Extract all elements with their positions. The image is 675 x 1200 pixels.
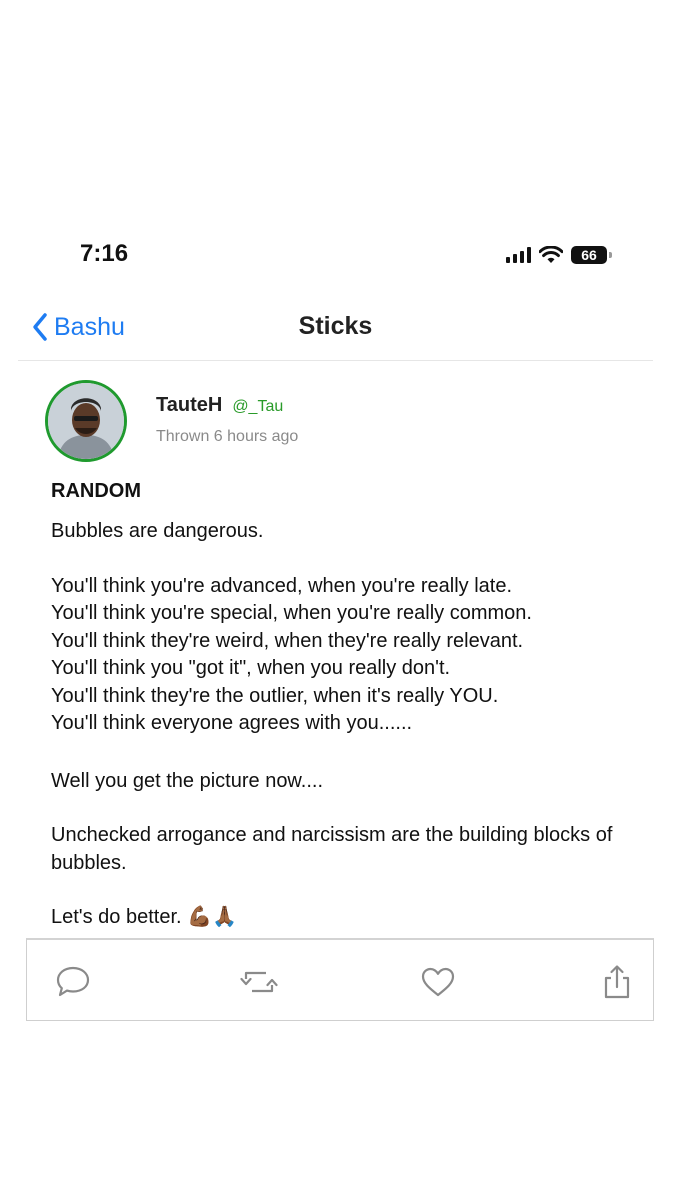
- share-icon: [604, 965, 630, 999]
- repost-icon: [240, 971, 278, 993]
- nav-bar: Bashu Sticks: [18, 304, 653, 361]
- comment-icon: [56, 966, 90, 997]
- post-list: You'll think you're advanced, when you'r…: [51, 573, 641, 738]
- share-button[interactable]: [597, 962, 637, 1002]
- author[interactable]: TauteH @_Tau: [156, 394, 283, 417]
- post-line: You'll think you're special, when you're…: [51, 602, 532, 624]
- post-line: You'll think they're weird, when they're…: [51, 629, 524, 652]
- cellular-signal-icon: [506, 247, 531, 263]
- post-line: You'll think you're advanced, when you'r…: [51, 574, 512, 597]
- post-line: Bubbles are dangerous.: [51, 520, 264, 542]
- repost-button[interactable]: [239, 962, 279, 1002]
- avatar[interactable]: [45, 380, 127, 462]
- post-line: You'll think everyone agrees with you...…: [51, 712, 413, 734]
- comment-button[interactable]: [53, 962, 93, 1002]
- status-time: 7:16: [80, 240, 129, 267]
- post-line: Unchecked arrogance and narcissism are t…: [51, 824, 613, 874]
- post-line: You'll think you "got it", when you real…: [51, 657, 451, 679]
- post-line: Well you get the picture now....: [51, 769, 324, 792]
- wifi-icon: [539, 246, 563, 263]
- heart-icon: [421, 967, 455, 997]
- battery-icon: 66: [571, 246, 612, 264]
- post-line: You'll think they're the outlier, when i…: [51, 684, 499, 707]
- page-title: Sticks: [298, 312, 373, 340]
- post-title: RANDOM: [51, 480, 141, 502]
- like-button[interactable]: [418, 962, 458, 1002]
- author-name[interactable]: TauteH: [156, 394, 222, 417]
- author-handle[interactable]: @_Tau: [232, 398, 283, 416]
- phone-screen: 7:16 66 Bashu Sticks TauteH @_Tau Thrown…: [18, 212, 654, 1021]
- status-icons: 66: [506, 240, 612, 270]
- post-action-bar: [26, 938, 654, 1021]
- post-timestamp: Thrown 6 hours ago: [156, 428, 299, 445]
- avatar-photo: [48, 383, 124, 459]
- post-body: Bubbles are dangerous. You'll think you'…: [51, 518, 641, 932]
- post-line: Let's do better. 💪🏾🙏🏾: [51, 906, 237, 928]
